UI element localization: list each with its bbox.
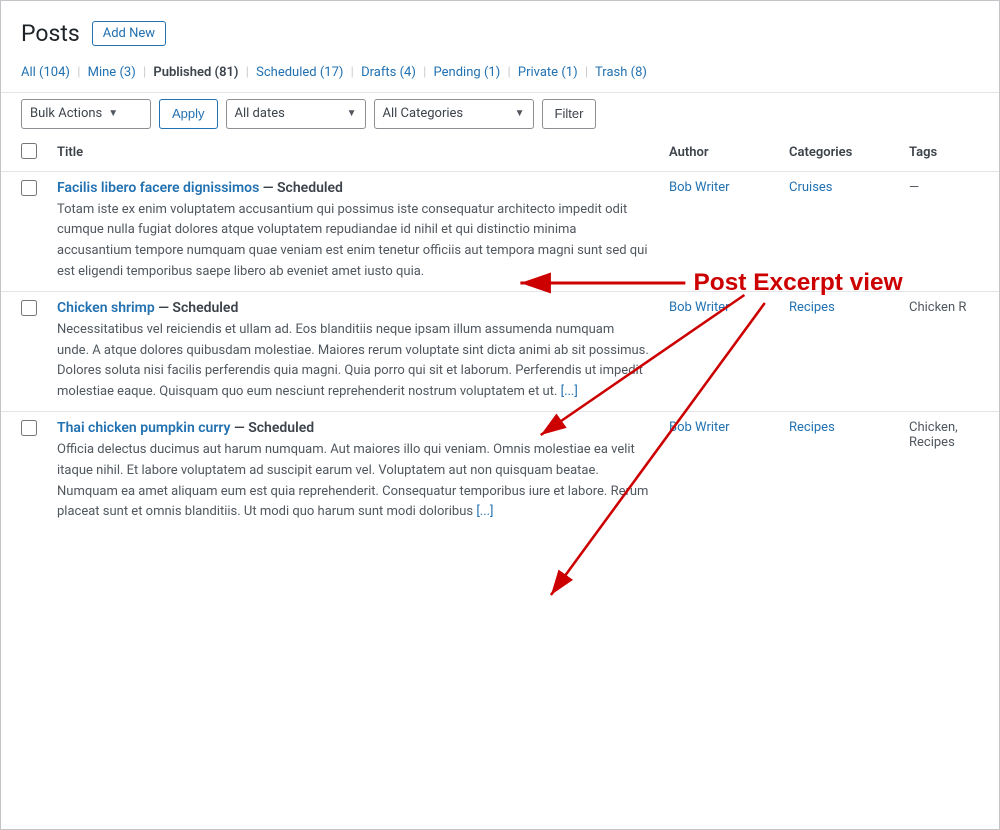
post-author-cell: Bob Writer <box>659 171 779 291</box>
apply-button[interactable]: Apply <box>159 99 218 129</box>
filter-scheduled[interactable]: Scheduled (17) <box>256 65 343 80</box>
post-title-link[interactable]: Thai chicken pumpkin curry <box>57 420 231 436</box>
filter-button[interactable]: Filter <box>542 99 597 129</box>
all-dates-select[interactable]: All dates ▼ <box>226 99 366 129</box>
post-author-link[interactable]: Bob Writer <box>669 300 730 315</box>
filter-pending[interactable]: Pending (1) <box>434 65 501 80</box>
post-tags-cell: — <box>899 171 999 291</box>
col-tags[interactable]: Tags <box>899 135 999 172</box>
post-author-cell: Bob Writer <box>659 412 779 532</box>
all-categories-select[interactable]: All Categories ▼ <box>374 99 534 129</box>
post-category-link[interactable]: Recipes <box>789 300 835 315</box>
post-title-cell: Thai chicken pumpkin curry — Scheduled Of… <box>47 412 659 532</box>
row-checkbox-col <box>1 171 47 291</box>
post-excerpt: Officia delectus ducimus aut harum numqu… <box>57 440 649 523</box>
row-checkbox[interactable] <box>21 300 37 316</box>
row-checkbox-col <box>1 412 47 532</box>
post-author-cell: Bob Writer <box>659 291 779 411</box>
filter-mine[interactable]: Mine (3) <box>88 65 136 80</box>
post-author-link[interactable]: Bob Writer <box>669 420 730 435</box>
page-title: Posts <box>21 19 80 49</box>
post-categories-cell: Cruises <box>779 171 899 291</box>
row-checkbox-col <box>1 291 47 411</box>
col-title[interactable]: Title <box>47 135 659 172</box>
posts-table-wrap: Title Author Categories Tags Facilis lib… <box>1 135 999 532</box>
filter-all[interactable]: All (104) <box>21 65 70 80</box>
row-checkbox[interactable] <box>21 180 37 196</box>
post-title-cell: Facilis libero facere dignissimos — Sche… <box>47 171 659 291</box>
post-category-link[interactable]: Recipes <box>789 420 835 435</box>
post-tags-cell: Chicken R <box>899 291 999 411</box>
chevron-down-icon: ▼ <box>347 108 357 119</box>
post-status: — Scheduled <box>259 180 343 196</box>
filter-trash[interactable]: Trash (8) <box>595 65 647 80</box>
post-excerpt: Necessitatibus vel reiciendis et ullam a… <box>57 320 649 403</box>
bulk-actions-select[interactable]: Bulk Actions ▼ <box>21 99 151 129</box>
toolbar: Bulk Actions ▼ Apply All dates ▼ All Cat… <box>1 92 999 135</box>
table-row: Thai chicken pumpkin curry — Scheduled Of… <box>1 412 999 532</box>
post-title-cell: Chicken shrimp — Scheduled Necessitatibus… <box>47 291 659 411</box>
post-excerpt: Totam iste ex enim voluptatem accusantiu… <box>57 200 649 283</box>
table-row: Chicken shrimp — Scheduled Necessitatibus… <box>1 291 999 411</box>
filter-nav: All (104) | Mine (3) | Published (81) | … <box>1 59 999 92</box>
posts-table: Title Author Categories Tags Facilis lib… <box>1 135 999 532</box>
table-header-row: Title Author Categories Tags <box>1 135 999 172</box>
post-status: — Scheduled <box>155 300 239 316</box>
filter-private[interactable]: Private (1) <box>518 65 578 80</box>
row-checkbox[interactable] <box>21 420 37 436</box>
add-new-button[interactable]: Add New <box>92 21 166 46</box>
col-author[interactable]: Author <box>659 135 779 172</box>
chevron-down-icon: ▼ <box>515 108 525 119</box>
post-categories-cell: Recipes <box>779 412 899 532</box>
select-all-checkbox-col <box>1 135 47 172</box>
post-author-link[interactable]: Bob Writer <box>669 180 730 195</box>
col-categories[interactable]: Categories <box>779 135 899 172</box>
table-row: Facilis libero facere dignissimos — Sche… <box>1 171 999 291</box>
post-category-link[interactable]: Cruises <box>789 180 833 195</box>
excerpt-more-link[interactable]: [...] <box>561 384 578 399</box>
post-title-link[interactable]: Chicken shrimp <box>57 300 155 316</box>
post-title-link[interactable]: Facilis libero facere dignissimos <box>57 180 259 196</box>
post-categories-cell: Recipes <box>779 291 899 411</box>
post-status: — Scheduled <box>231 420 315 436</box>
select-all-checkbox[interactable] <box>21 143 37 159</box>
filter-published[interactable]: Published (81) <box>153 65 238 80</box>
chevron-down-icon: ▼ <box>108 108 118 119</box>
filter-drafts[interactable]: Drafts (4) <box>361 65 416 80</box>
page-header: Posts Add New <box>1 1 999 59</box>
excerpt-more-link[interactable]: [...] <box>476 504 493 519</box>
post-tags-cell: Chicken, Recipes <box>899 412 999 532</box>
